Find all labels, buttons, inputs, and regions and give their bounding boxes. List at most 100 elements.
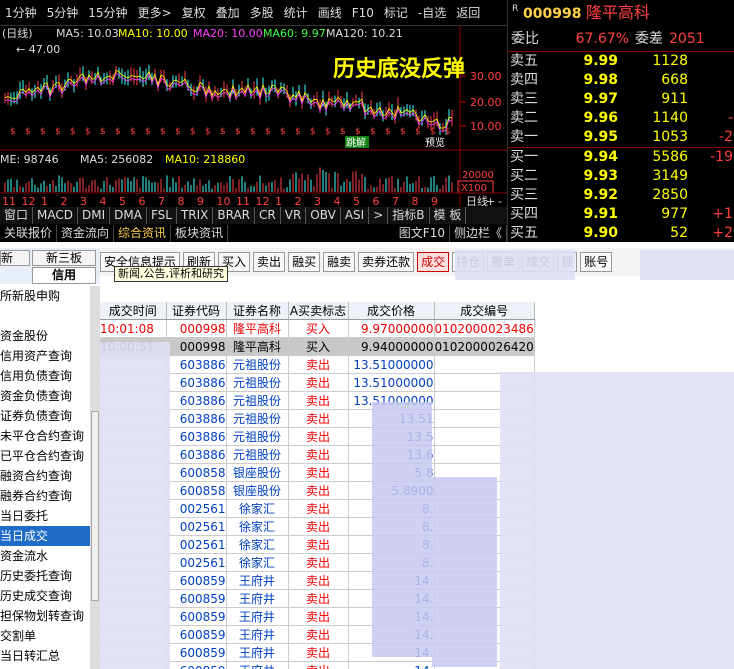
indicator-tab-13[interactable]: 模 板 bbox=[430, 207, 467, 224]
action-button-5[interactable]: 融卖 bbox=[323, 252, 356, 272]
menu-scrollbar[interactable] bbox=[90, 286, 100, 669]
sidebar-item[interactable]: 信用负债查询 bbox=[0, 366, 90, 386]
dividend-marker: $ bbox=[115, 127, 121, 137]
sidebar-item[interactable]: 当日委托 bbox=[0, 506, 90, 526]
action-button-6[interactable]: 卖券还款 bbox=[358, 252, 415, 272]
cell-5 bbox=[434, 355, 535, 374]
sell-row: 卖三 9.97 911 bbox=[508, 90, 734, 109]
sidebar-item[interactable]: 未平仓合约查询 bbox=[0, 426, 90, 446]
indicator-tab-5[interactable]: TRIX bbox=[177, 207, 214, 224]
dividend-marker: $ bbox=[55, 127, 61, 137]
cell-1: 603886 bbox=[166, 391, 227, 410]
indicator-tab-9[interactable]: OBV bbox=[306, 207, 341, 224]
sidebar-item[interactable]: 融资合约查询 bbox=[0, 466, 90, 486]
sidebar-item[interactable]: 当日转汇总 bbox=[0, 646, 90, 666]
toolbar-item-0[interactable]: 1分钟 bbox=[0, 0, 42, 25]
toolbar-item-6[interactable]: 多股 bbox=[245, 0, 279, 25]
buy-change: +1 bbox=[712, 206, 733, 222]
sidebar-item[interactable]: 已平仓合约查询 bbox=[0, 446, 90, 466]
tooltip: 新闻,公告,评析和研究 bbox=[114, 266, 228, 282]
dividend-marker: $ bbox=[295, 127, 301, 137]
col-header-1[interactable]: 证券代码 bbox=[166, 302, 227, 320]
sidebar-item[interactable]: 历史成交查询 bbox=[0, 586, 90, 606]
cell-3: 卖出 bbox=[288, 607, 349, 626]
indicator-tab-2[interactable]: DMI bbox=[78, 207, 111, 224]
indicator-tab-0[interactable]: 窗口 bbox=[0, 207, 34, 224]
action-button-3[interactable]: 卖出 bbox=[253, 252, 286, 272]
dividend-marker: $ bbox=[220, 127, 226, 137]
blur-mask bbox=[455, 250, 575, 280]
weicha-label: 委差 bbox=[635, 31, 663, 47]
weibi-value: 67.67% bbox=[575, 31, 629, 47]
tab-new[interactable]: 新 bbox=[0, 250, 30, 266]
sidebar-item[interactable]: 担保物划转查询 bbox=[0, 606, 90, 626]
sell-price: 9.97 bbox=[583, 91, 618, 107]
toolbar-item-2[interactable]: 15分钟 bbox=[83, 0, 132, 25]
tab-neeq[interactable]: 新三板 bbox=[32, 250, 96, 266]
sidebar-item[interactable]: 资金股份 bbox=[0, 326, 90, 346]
dividend-marker: $ bbox=[190, 127, 196, 137]
vol-unit-label: X100 bbox=[461, 183, 487, 194]
col-header-2[interactable]: 证券名称 bbox=[226, 302, 289, 320]
indicator-tab-4[interactable]: FSL bbox=[147, 207, 177, 224]
info-tab-5[interactable]: 侧边栏《 bbox=[450, 225, 507, 242]
toolbar-item-12[interactable]: 返回 bbox=[451, 0, 485, 25]
col-header-5[interactable]: 成交编号 bbox=[434, 302, 535, 320]
sell-label: 卖二 bbox=[510, 110, 538, 126]
indicator-tab-3[interactable]: DMA bbox=[110, 207, 147, 224]
sidebar-item[interactable]: 资金流水 bbox=[0, 546, 90, 566]
sidebar-item[interactable]: 当日成交 bbox=[0, 526, 90, 546]
tab-credit[interactable]: 信用 bbox=[32, 267, 96, 284]
toolbar-item-10[interactable]: 标记 bbox=[379, 0, 413, 25]
kline-chart[interactable]: (日线) MA5: 10.03 MA10: 10.00 MA20: 10.00 MA60… bbox=[0, 26, 507, 208]
sidebar-item[interactable]: 资金负债查询 bbox=[0, 386, 90, 406]
y-tick-label: 30.00 bbox=[470, 70, 502, 83]
toolbar-item-11[interactable]: -自选 bbox=[413, 0, 451, 25]
toolbar-item-7[interactable]: 统计 bbox=[279, 0, 313, 25]
indicator-tab-11[interactable]: > bbox=[369, 207, 389, 224]
buy-price: 9.94 bbox=[583, 149, 618, 165]
action-button-12[interactable]: 账号 bbox=[580, 252, 613, 272]
indicator-tab-6[interactable]: BRAR bbox=[213, 207, 256, 224]
sidebar-item[interactable]: 交割单 bbox=[0, 626, 90, 646]
sidebar-item[interactable]: 历史委托查询 bbox=[0, 566, 90, 586]
cell-3: 卖出 bbox=[288, 553, 349, 572]
col-header-4[interactable]: 成交价格 bbox=[348, 302, 435, 320]
toolbar-item-4[interactable]: 复权 bbox=[177, 0, 211, 25]
sidebar-item[interactable]: 所新股申购 bbox=[0, 286, 90, 306]
toolbar-item-5[interactable]: 叠加 bbox=[211, 0, 245, 25]
info-tab-0[interactable]: 关联报价 bbox=[0, 225, 58, 242]
indicator-tab-8[interactable]: VR bbox=[281, 207, 307, 224]
buy-price: 9.92 bbox=[583, 187, 618, 203]
indicator-tab-7[interactable]: CR bbox=[255, 207, 281, 224]
toolbar-item-1[interactable]: 5分钟 bbox=[42, 0, 84, 25]
indicator-tab-1[interactable]: MACD bbox=[33, 207, 78, 224]
col-header-0[interactable]: 成交时间 bbox=[100, 302, 167, 320]
sell-book: 卖五 9.99 1128 卖四 9.98 668 卖三 9.97 911 卖二 9.96 1140- 卖… bbox=[508, 52, 734, 147]
info-tab-1[interactable]: 资金流向 bbox=[57, 225, 115, 242]
toolbar-item-9[interactable]: F10 bbox=[347, 0, 379, 25]
sidebar-item[interactable]: 信用资产查询 bbox=[0, 346, 90, 366]
cell-2: 银座股份 bbox=[226, 481, 289, 500]
info-tab-2[interactable]: 综合资讯 bbox=[114, 225, 172, 242]
col-header-3[interactable]: A买卖标志 bbox=[288, 302, 349, 320]
dividend-marker: $ bbox=[325, 127, 331, 137]
action-button-4[interactable]: 融买 bbox=[288, 252, 321, 272]
sidebar-item[interactable]: 融券合约查询 bbox=[0, 486, 90, 506]
table-row[interactable]: 10:01:08 000998 隆平高科 买入 9.97000000 0102000023… bbox=[100, 319, 535, 338]
trading-panel: 新 新三板 信用 所新股申购资金股份 信用资产查询 信用负债查询 资金负债查询 证券负债… bbox=[0, 242, 734, 669]
vol-label: ME: 98746 bbox=[0, 153, 59, 166]
cell-2: 王府井 bbox=[226, 589, 289, 608]
indicator-tab-12[interactable]: 指标B bbox=[388, 207, 430, 224]
sell-label: 卖四 bbox=[510, 72, 538, 88]
sidebar-item[interactable] bbox=[0, 306, 90, 326]
toolbar-item-3[interactable]: 更多> bbox=[133, 0, 177, 25]
buy-row: 买二 9.93 3149 bbox=[508, 167, 734, 186]
sidebar-item[interactable]: 证券负债查询 bbox=[0, 406, 90, 426]
info-tab-4[interactable]: 图文F10 bbox=[395, 225, 450, 242]
action-button-7[interactable]: 成交 bbox=[417, 252, 450, 272]
toolbar-item-8[interactable]: 画线 bbox=[313, 0, 347, 25]
badge-label: 跳解 bbox=[346, 136, 366, 149]
indicator-tab-10[interactable]: ASI bbox=[341, 207, 370, 224]
info-tab-3[interactable]: 板块资讯 bbox=[171, 225, 229, 242]
